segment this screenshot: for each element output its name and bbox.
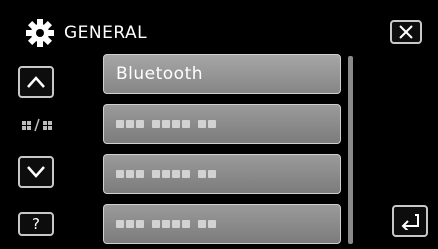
return-arrow-icon: [401, 214, 419, 230]
back-button[interactable]: [392, 205, 428, 237]
help-label: ?: [32, 215, 40, 233]
scroll-up-button[interactable]: [18, 66, 54, 98]
scrollbar[interactable]: [348, 56, 353, 244]
obscured-text-icon: [116, 170, 216, 178]
help-button[interactable]: ?: [18, 212, 54, 236]
menu-header: GENERAL: [26, 18, 147, 48]
close-icon: [399, 25, 413, 39]
menu-item[interactable]: [103, 154, 341, 194]
page-indicator-icon: [22, 118, 52, 132]
chevron-up-icon: [27, 76, 45, 88]
scroll-down-button[interactable]: [18, 156, 54, 188]
chevron-down-icon: [27, 166, 45, 178]
close-button[interactable]: [390, 20, 422, 44]
menu-item-bluetooth[interactable]: Bluetooth: [103, 54, 341, 94]
menu-item[interactable]: [103, 204, 341, 244]
obscured-text-icon: [116, 220, 216, 228]
menu-item-label: Bluetooth: [116, 64, 204, 84]
obscured-text-icon: [116, 120, 216, 128]
gear-icon: [26, 19, 54, 47]
page-title: GENERAL: [64, 23, 148, 43]
menu-item[interactable]: [103, 104, 341, 144]
